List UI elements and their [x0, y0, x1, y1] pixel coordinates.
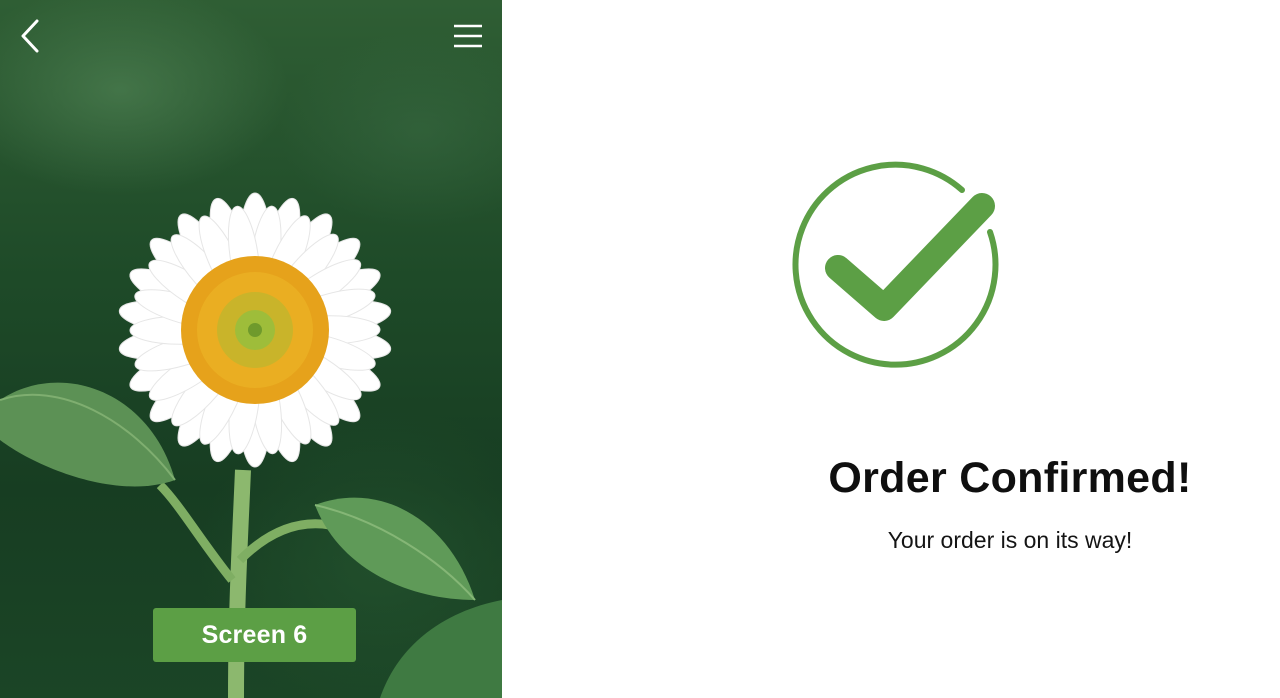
chevron-left-icon: [21, 19, 39, 53]
menu-button[interactable]: [448, 16, 488, 56]
screen-label-badge: Screen 6: [153, 608, 356, 662]
confirmation-title: Order Confirmed!: [828, 454, 1192, 502]
confirmation-panel: Order Confirmed! Your order is on its wa…: [502, 0, 1280, 698]
daisy-photo: [0, 192, 502, 698]
hero-image-panel: Screen 6: [0, 0, 502, 698]
back-button[interactable]: [10, 16, 50, 56]
confirmation-message: Your order is on its way!: [887, 527, 1133, 553]
app-screen: Screen 6 Order Confirmed! Your order is …: [0, 0, 1280, 698]
hamburger-menu-icon: [454, 24, 482, 48]
